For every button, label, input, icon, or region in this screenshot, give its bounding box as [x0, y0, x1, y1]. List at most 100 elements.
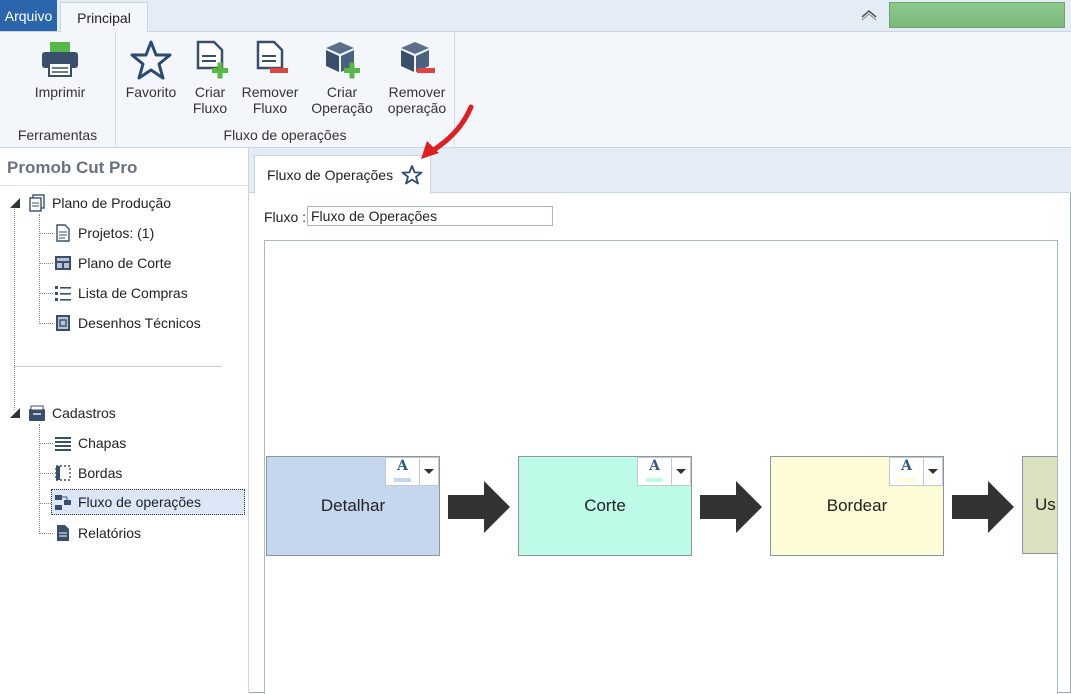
collapse-cadastros-icon[interactable]: [9, 407, 21, 419]
format-dropdown[interactable]: A: [637, 457, 691, 486]
operation-name: Us: [1035, 495, 1056, 514]
printer-icon: [42, 42, 78, 77]
operation-box[interactable]: Detalhar A: [266, 456, 440, 556]
favorito-label: Favorito: [125, 84, 177, 100]
tree-node-chapas[interactable]: Chapas: [54, 432, 126, 454]
collapse-ribbon-icon[interactable]: [859, 6, 879, 22]
tree-connector: [39, 533, 53, 534]
documents-icon: [29, 194, 45, 212]
tree-node-label: Plano de Corte: [78, 255, 172, 271]
sheets-icon: [55, 437, 71, 451]
list-icon: [55, 286, 71, 301]
operation-name: Corte: [584, 496, 626, 515]
remover-fluxo-button[interactable]: Remover Fluxo: [238, 38, 302, 116]
create-flow-icon: [196, 40, 228, 79]
format-dropdown[interactable]: A: [889, 457, 943, 486]
pane-divider: [0, 185, 248, 186]
fluxo-label: Fluxo :: [264, 209, 307, 225]
tree-node-label: Plano de Produção: [52, 195, 172, 211]
box-icon: [29, 405, 45, 421]
tree-connector: [39, 473, 53, 474]
tree-node-projetos[interactable]: Projetos: (1): [54, 222, 154, 244]
cutting-plan-icon: [55, 256, 71, 270]
operation-box[interactable]: Corte A: [518, 456, 692, 556]
tree-node-plano-corte[interactable]: Plano de Corte: [54, 252, 171, 274]
criar-operacao-label-1: Criar: [326, 84, 358, 100]
flow-arrow-icon: [448, 481, 510, 533]
chevron-down-icon[interactable]: [419, 458, 438, 485]
font-color-icon: A: [890, 458, 923, 485]
flow-arrow-icon: [700, 481, 762, 533]
print-button[interactable]: Imprimir: [28, 38, 92, 100]
operation-name: Detalhar: [320, 496, 386, 515]
report-icon: [57, 525, 69, 541]
tab-label: Fluxo de Operações: [267, 167, 394, 183]
tab-principal[interactable]: Principal: [60, 2, 148, 33]
criar-fluxo-label-2: Fluxo: [192, 100, 228, 116]
remove-operation-icon: [401, 42, 435, 73]
tree-node-lista-compras[interactable]: Lista de Compras: [54, 282, 188, 304]
print-label: Imprimir: [34, 84, 86, 100]
flow-icon: [55, 495, 71, 510]
tree-connector: [14, 206, 15, 410]
tree-node-label: Chapas: [78, 435, 127, 451]
remover-fluxo-label-1: Remover: [241, 84, 299, 100]
tree-node-label: Projetos: (1): [78, 225, 155, 241]
group-label-ferramentas: Ferramentas: [17, 127, 98, 143]
font-color-icon: A: [386, 458, 419, 485]
tree-node-label: Relatórios: [78, 525, 142, 541]
favorito-button[interactable]: Favorito: [120, 38, 182, 100]
collapse-plano-icon[interactable]: [9, 197, 21, 209]
tree-connector: [39, 293, 53, 294]
tree-node-cadastros[interactable]: Cadastros: [28, 402, 116, 424]
operation-box[interactable]: Bordear A: [770, 456, 944, 556]
criar-fluxo-label-1: Criar: [194, 84, 226, 100]
group-label-fluxo: Fluxo de operações: [223, 127, 347, 143]
fluxo-name-field[interactable]: Fluxo de Operações: [307, 206, 553, 226]
font-color-icon: A: [638, 458, 671, 485]
edges-icon: [55, 465, 71, 481]
tree-connector: [39, 424, 40, 534]
tree-node-label: Desenhos Técnicos: [78, 315, 201, 331]
criar-operacao-label-2: Operação: [311, 100, 373, 116]
tree-node-plano-producao[interactable]: Plano de Produção: [28, 192, 171, 214]
star-icon: [130, 40, 172, 80]
operation-name: Bordear: [826, 496, 888, 515]
favorite-star-icon[interactable]: [401, 164, 423, 186]
tree-node-label: Lista de Compras: [78, 285, 188, 301]
format-dropdown[interactable]: A: [385, 457, 439, 486]
tree-connector: [39, 214, 40, 324]
tree-node-label: Bordas: [78, 465, 123, 481]
tree-separator: [14, 366, 222, 367]
flow-canvas: Detalhar A Corte A Bordear A Us: [264, 240, 1058, 694]
tree-node-label: Fluxo de operações: [78, 494, 201, 510]
tree-node-fluxo-operacoes[interactable]: Fluxo de operações: [51, 489, 245, 515]
remover-operacao-label-1: Remover: [388, 84, 446, 100]
tree-connector: [39, 323, 53, 324]
tree-node-relatorios[interactable]: Relatórios: [54, 522, 141, 544]
chevron-down-icon[interactable]: [923, 458, 942, 485]
group-ferramentas: Imprimir Ferramentas: [0, 32, 116, 147]
group-fluxo: Favorito Criar Fluxo Remover Fluxo Criar…: [116, 32, 455, 147]
remove-flow-icon: [256, 40, 288, 73]
chevron-down-icon[interactable]: [671, 458, 690, 485]
tree-connector: [39, 443, 53, 444]
ribbon: Imprimir Ferramentas Favorito Criar Flux…: [0, 32, 1071, 148]
criar-operacao-button[interactable]: Criar Operação: [308, 38, 376, 116]
tree-connector: [39, 263, 53, 264]
remover-fluxo-label-2: Fluxo: [252, 100, 288, 116]
create-operation-icon: [326, 42, 360, 79]
tree-connector: [39, 233, 53, 234]
tab-arquivo[interactable]: Arquivo: [0, 0, 57, 31]
tree-node-bordas[interactable]: Bordas: [54, 462, 122, 484]
tree-node-desenhos-tecnicos[interactable]: Desenhos Técnicos: [54, 312, 201, 334]
annotation-arrow-icon: [421, 104, 474, 159]
status-bar-green: [889, 2, 1065, 28]
operation-box[interactable]: Us: [1022, 456, 1057, 554]
technical-drawing-icon: [56, 315, 70, 331]
criar-fluxo-button[interactable]: Criar Fluxo: [184, 38, 236, 116]
document-icon: [56, 224, 70, 242]
tab-fluxo-operacoes[interactable]: Fluxo de Operações: [254, 155, 431, 194]
flow-arrow-icon: [952, 481, 1014, 533]
pane-title: Promob Cut Pro: [7, 158, 138, 177]
